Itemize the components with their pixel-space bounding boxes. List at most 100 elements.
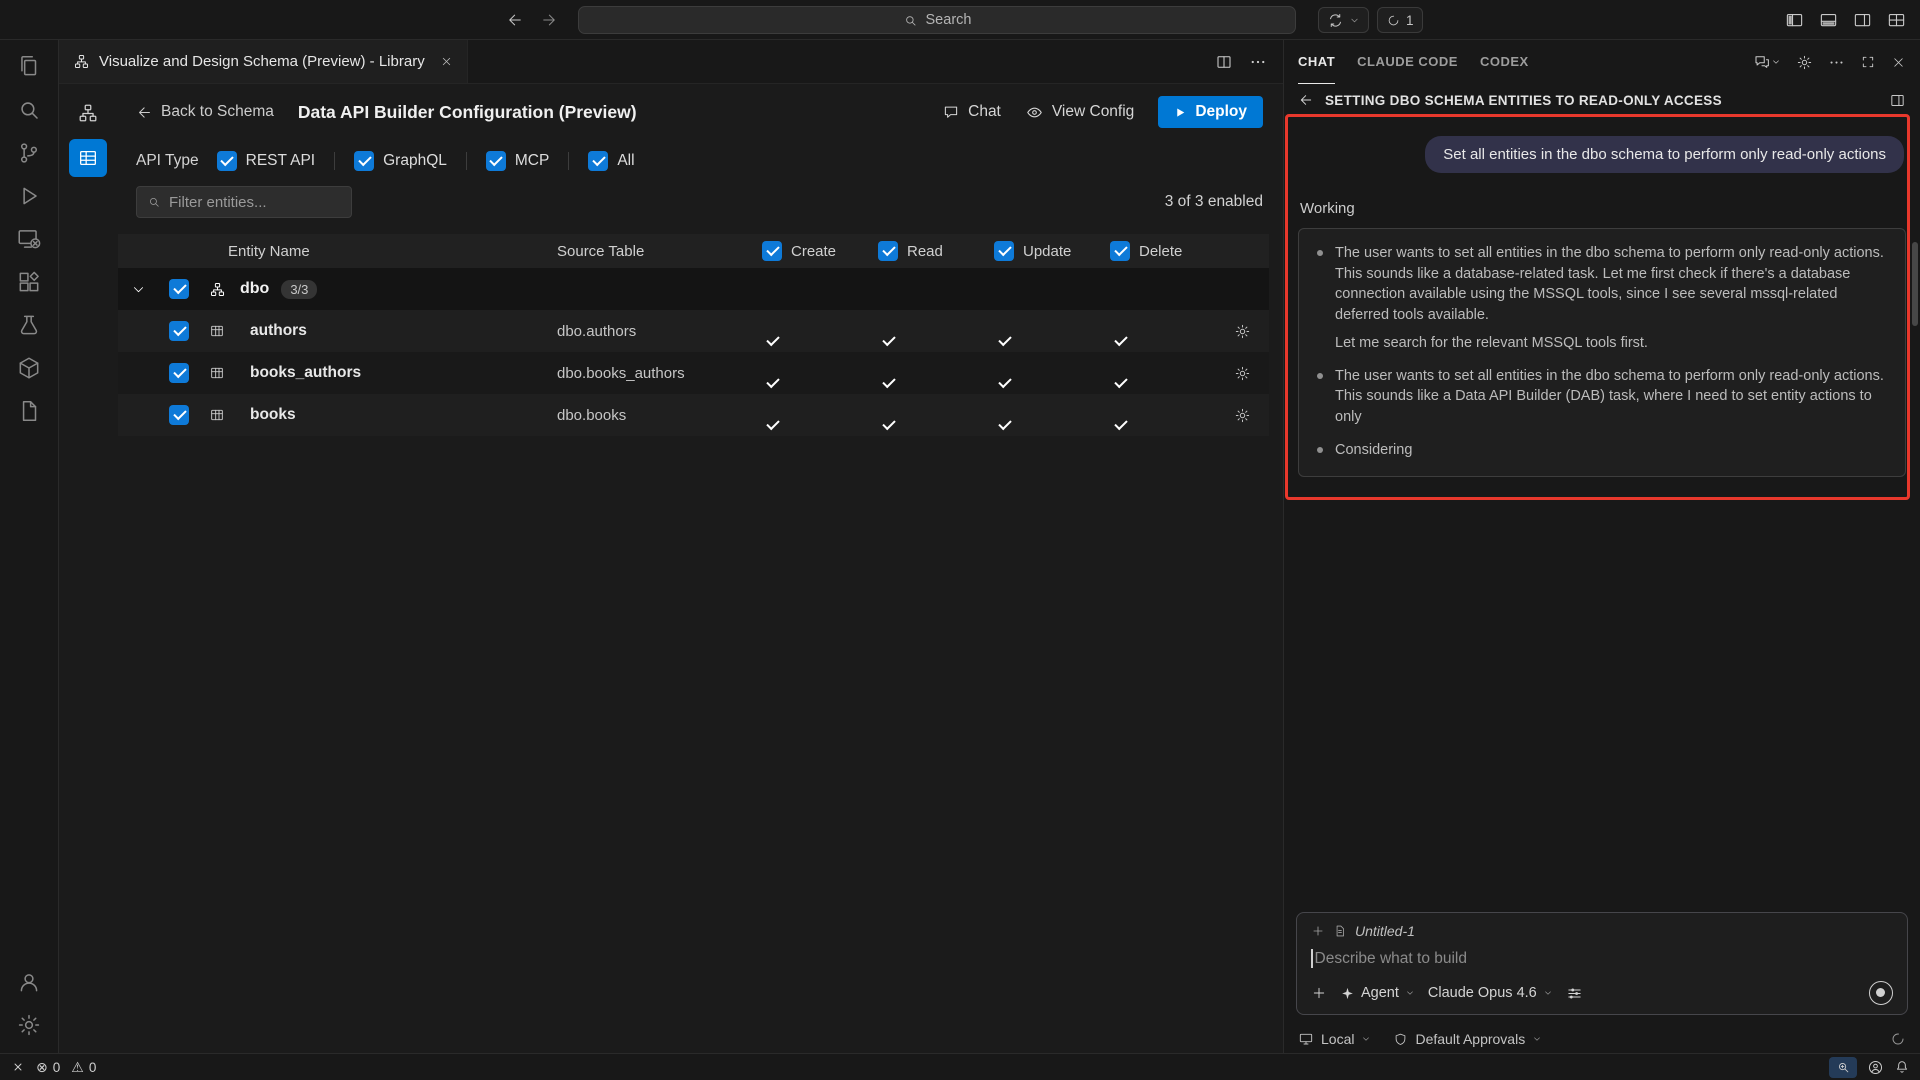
new-chat-dropdown-icon[interactable] xyxy=(1753,53,1781,71)
filter-row: 3 of 3 enabled xyxy=(118,186,1269,218)
progress-ring-icon xyxy=(1386,13,1401,28)
api-option-rest[interactable]: REST API xyxy=(217,151,316,171)
rest-api-checkbox[interactable] xyxy=(217,151,237,171)
database-projects-icon[interactable] xyxy=(15,354,43,382)
run-debug-icon[interactable] xyxy=(15,182,43,210)
read-all-checkbox[interactable] xyxy=(878,241,898,261)
row-settings-gear-icon[interactable] xyxy=(1222,365,1269,382)
api-type-row: API Type REST API GraphQL MCP All xyxy=(118,140,1269,182)
mcp-checkbox[interactable] xyxy=(486,151,506,171)
schema-group-row[interactable]: dbo3/3 xyxy=(118,268,1269,310)
customize-layout-icon[interactable] xyxy=(1887,11,1906,30)
chevron-down-icon xyxy=(1532,1034,1542,1044)
chat-settings-gear-icon[interactable] xyxy=(1796,54,1813,71)
model-selector[interactable]: Claude Opus 4.6 xyxy=(1428,985,1553,1001)
prompt-input[interactable]: Describe what to build xyxy=(1311,949,1893,968)
table-grid-icon xyxy=(200,365,234,381)
background-session-badge[interactable]: 1 xyxy=(1377,7,1423,33)
graphql-checkbox[interactable] xyxy=(354,151,374,171)
remote-indicator[interactable] xyxy=(10,1059,26,1075)
search-sidebar-icon[interactable] xyxy=(15,96,43,124)
zoom-indicator[interactable] xyxy=(1829,1057,1857,1078)
prompt-placeholder: Describe what to build xyxy=(1315,950,1468,968)
delete-all-checkbox[interactable] xyxy=(1110,241,1130,261)
filter-entities-field[interactable] xyxy=(136,186,352,218)
chevron-down-icon[interactable] xyxy=(118,282,158,297)
tab-chat[interactable]: CHAT xyxy=(1298,40,1335,84)
tab-claude-code[interactable]: CLAUDE CODE xyxy=(1357,40,1458,84)
back-to-schema-link[interactable]: Back to Schema xyxy=(136,103,274,121)
chat-input-box[interactable]: Untitled-1 Describe what to build Agent … xyxy=(1296,912,1908,1015)
copilot-sessions-button[interactable] xyxy=(1318,7,1369,33)
command-center-search[interactable]: Search xyxy=(578,6,1296,34)
tab-codex[interactable]: CODEX xyxy=(1480,40,1529,84)
accounts-icon[interactable] xyxy=(15,968,43,996)
all-checkbox[interactable] xyxy=(588,151,608,171)
row-settings-gear-icon[interactable] xyxy=(1222,407,1269,424)
table-row-books[interactable]: books dbo.books xyxy=(118,394,1269,436)
api-option-all[interactable]: All xyxy=(588,151,634,171)
test-beaker-icon[interactable] xyxy=(15,311,43,339)
tools-sliders-icon[interactable] xyxy=(1566,985,1583,1002)
notifications-bell-icon[interactable] xyxy=(1894,1059,1910,1075)
approvals-selector[interactable]: Default Approvals xyxy=(1393,1031,1542,1047)
view-config-button[interactable]: View Config xyxy=(1025,103,1134,122)
close-panel-icon[interactable] xyxy=(1891,55,1906,70)
layout-controls xyxy=(1785,0,1906,40)
add-context-icon[interactable] xyxy=(1311,924,1325,938)
create-header: Create xyxy=(762,241,878,261)
explorer-icon[interactable] xyxy=(15,53,43,81)
toggle-secondary-sidebar-icon[interactable] xyxy=(1853,11,1872,30)
filter-entities-input[interactable] xyxy=(169,194,368,211)
maximize-panel-icon[interactable] xyxy=(1860,54,1876,70)
deploy-button[interactable]: Deploy xyxy=(1158,96,1263,128)
thinking-text: Let me search for the relevant MSSQL too… xyxy=(1335,333,1887,354)
update-all-checkbox[interactable] xyxy=(994,241,1014,261)
chevron-down-icon xyxy=(1349,15,1360,26)
editor-tab[interactable]: Visualize and Design Schema (Preview) - … xyxy=(59,40,468,83)
extensions-icon[interactable] xyxy=(15,268,43,296)
copilot-status-icon[interactable] xyxy=(1867,1059,1884,1076)
entity-name: books xyxy=(234,406,557,424)
schema-checkbox[interactable] xyxy=(169,279,189,299)
forward-arrow-icon[interactable] xyxy=(540,11,558,29)
table-row-authors[interactable]: authors dbo.authors xyxy=(118,310,1269,352)
session-back-icon[interactable] xyxy=(1298,92,1314,108)
row-checkbox[interactable] xyxy=(169,321,189,341)
chat-more-icon[interactable] xyxy=(1828,54,1845,71)
separator xyxy=(466,152,467,170)
attach-plus-icon[interactable] xyxy=(1311,985,1327,1001)
config-header: Back to Schema Data API Builder Configur… xyxy=(118,84,1269,140)
table-grid-icon xyxy=(200,407,234,423)
sql-server-disconnected-icon[interactable] xyxy=(15,225,43,253)
more-actions-icon[interactable] xyxy=(1249,53,1267,71)
schema-visualize-button[interactable] xyxy=(69,94,107,132)
toggle-primary-sidebar-icon[interactable] xyxy=(1785,11,1804,30)
environment-selector[interactable]: Local xyxy=(1298,1031,1371,1047)
row-checkbox[interactable] xyxy=(169,363,189,383)
open-to-side-icon[interactable] xyxy=(1889,92,1906,109)
settings-gear-icon[interactable] xyxy=(15,1011,43,1039)
chat-button[interactable]: Chat xyxy=(942,103,1001,121)
row-checkbox[interactable] xyxy=(169,405,189,425)
api-option-graphql[interactable]: GraphQL xyxy=(354,151,447,171)
back-arrow-icon[interactable] xyxy=(506,11,524,29)
mode-selector[interactable]: Agent xyxy=(1340,985,1415,1001)
api-builder-button[interactable] xyxy=(69,139,107,177)
create-all-checkbox[interactable] xyxy=(762,241,782,261)
panel-scrollbar[interactable] xyxy=(1912,242,1918,326)
problems-indicator[interactable]: ⊗ 0 ⚠ 0 xyxy=(36,1060,96,1075)
split-editor-icon[interactable] xyxy=(1215,53,1233,71)
tab-close-icon[interactable] xyxy=(440,55,453,68)
send-button[interactable] xyxy=(1869,981,1893,1005)
context-file-chip[interactable]: Untitled-1 xyxy=(1355,923,1415,939)
session-title: SETTING DBO SCHEMA ENTITIES TO READ-ONLY… xyxy=(1325,93,1722,108)
row-settings-gear-icon[interactable] xyxy=(1222,323,1269,340)
source-control-icon[interactable] xyxy=(15,139,43,167)
editor-tab-actions xyxy=(1199,40,1283,83)
api-option-mcp[interactable]: MCP xyxy=(486,151,549,171)
table-row-books-authors[interactable]: books_authors dbo.books_authors xyxy=(118,352,1269,394)
table-grid-icon xyxy=(200,323,234,339)
file-page-icon[interactable] xyxy=(15,397,43,425)
toggle-panel-icon[interactable] xyxy=(1819,11,1838,30)
